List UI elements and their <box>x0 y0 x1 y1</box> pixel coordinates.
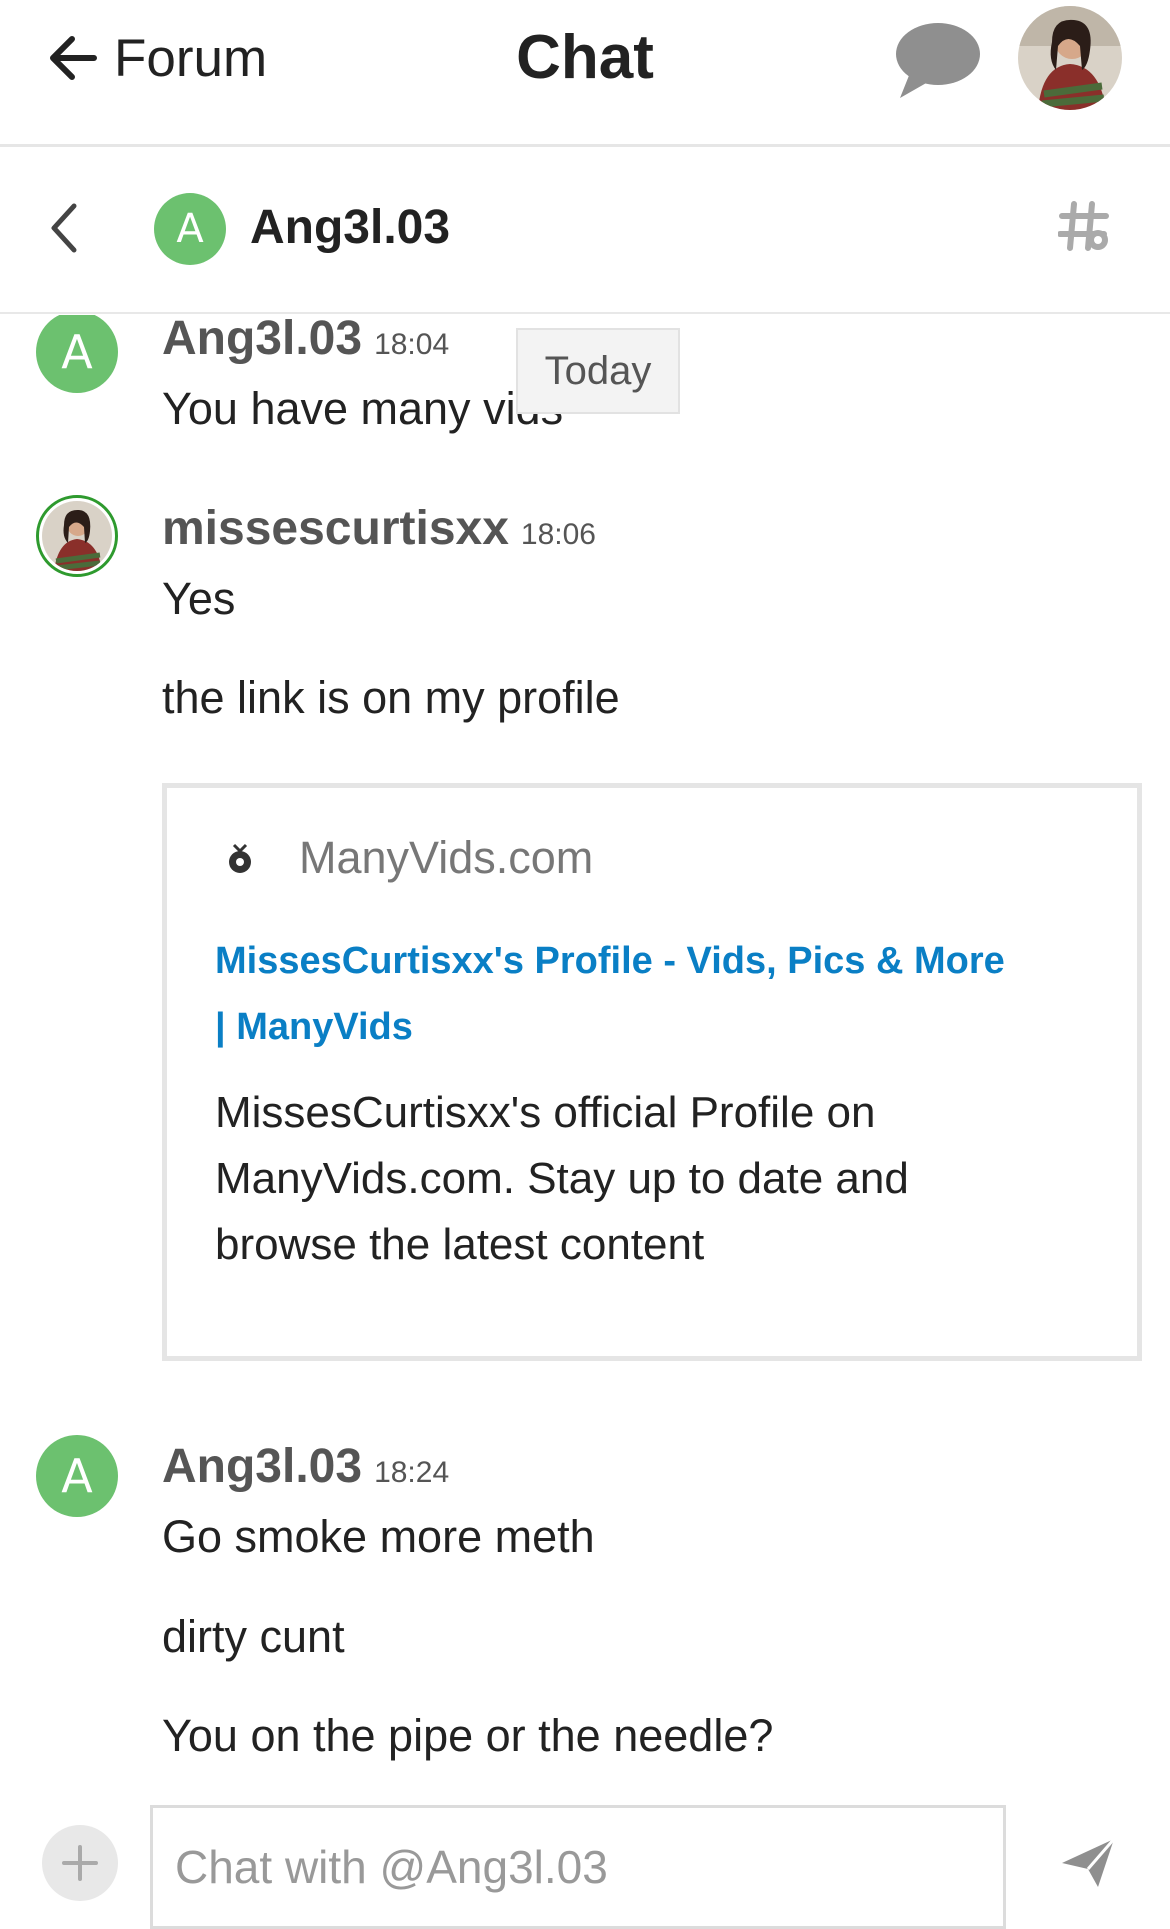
message-header: Ang3l.03 18:04 <box>162 315 449 373</box>
link-preview-description-line: browse the latest content <box>215 1220 705 1269</box>
message-header: Ang3l.03 18:24 <box>162 1439 449 1501</box>
message-avatar[interactable]: A <box>36 1435 118 1517</box>
message-time[interactable]: 18:06 <box>521 518 596 551</box>
chevron-left-icon[interactable] <box>44 198 84 258</box>
chat-bubble-icon[interactable] <box>888 18 984 102</box>
user-avatar[interactable] <box>1018 6 1122 110</box>
message-text: the link is on my profile <box>162 672 620 723</box>
channel-settings-icon[interactable] <box>1058 200 1110 252</box>
message-username[interactable]: Ang3l.03 <box>162 315 362 365</box>
link-preview-description-line: MissesCurtisxx's official Profile on <box>215 1088 876 1137</box>
message-list[interactable]: A Ang3l.03 18:04 You have many vids Today… <box>0 315 1170 1795</box>
message-time[interactable]: 18:24 <box>374 1456 449 1489</box>
chat-input[interactable] <box>150 1805 1006 1929</box>
message-header: missescurtisxx 18:06 <box>162 501 596 563</box>
back-to-forum-button[interactable]: Forum <box>44 22 267 94</box>
link-preview-source: ManyVids.com <box>225 832 593 884</box>
link-preview-title-line[interactable]: | ManyVids <box>215 994 1115 1060</box>
message-avatar[interactable]: A <box>36 315 118 393</box>
chat-composer <box>0 1795 1170 1929</box>
message-avatar[interactable] <box>36 495 118 577</box>
manyvids-favicon-icon <box>229 843 251 873</box>
link-preview-description: MissesCurtisxx's official Profile on Man… <box>215 1080 1075 1278</box>
link-preview-title-line[interactable]: MissesCurtisxx's Profile - Vids, Pics & … <box>215 928 1115 994</box>
message-text: You on the pipe or the needle? <box>162 1710 774 1761</box>
link-preview-card[interactable]: ManyVids.com MissesCurtisxx's Profile - … <box>162 783 1142 1361</box>
message-text: You have many vids <box>162 383 564 434</box>
arrow-left-icon <box>50 36 97 80</box>
top-header: Forum Chat <box>0 0 1170 147</box>
upload-button[interactable] <box>42 1825 118 1901</box>
link-preview-domain[interactable]: ManyVids.com <box>299 832 593 884</box>
user-photo-icon <box>42 501 112 571</box>
message-username[interactable]: Ang3l.03 <box>162 1440 362 1493</box>
message-text: Go smoke more meth <box>162 1511 595 1562</box>
user-photo-icon <box>1018 6 1122 110</box>
channel-header: A Ang3l.03 <box>0 150 1170 314</box>
channel-name[interactable]: Ang3l.03 <box>250 200 450 256</box>
message-username[interactable]: missescurtisxx <box>162 502 509 555</box>
channel-avatar[interactable]: A <box>154 193 226 265</box>
message-text: Yes <box>162 573 236 624</box>
message-text: dirty cunt <box>162 1611 345 1662</box>
date-separator: Today <box>516 328 680 414</box>
back-to-forum-label: Forum <box>114 28 268 88</box>
plus-icon <box>62 1845 98 1881</box>
link-preview-title[interactable]: MissesCurtisxx's Profile - Vids, Pics & … <box>215 928 1115 1060</box>
send-icon[interactable] <box>1058 1833 1118 1893</box>
message-time[interactable]: 18:04 <box>374 328 449 361</box>
link-preview-description-line: ManyVids.com. Stay up to date and <box>215 1154 909 1203</box>
